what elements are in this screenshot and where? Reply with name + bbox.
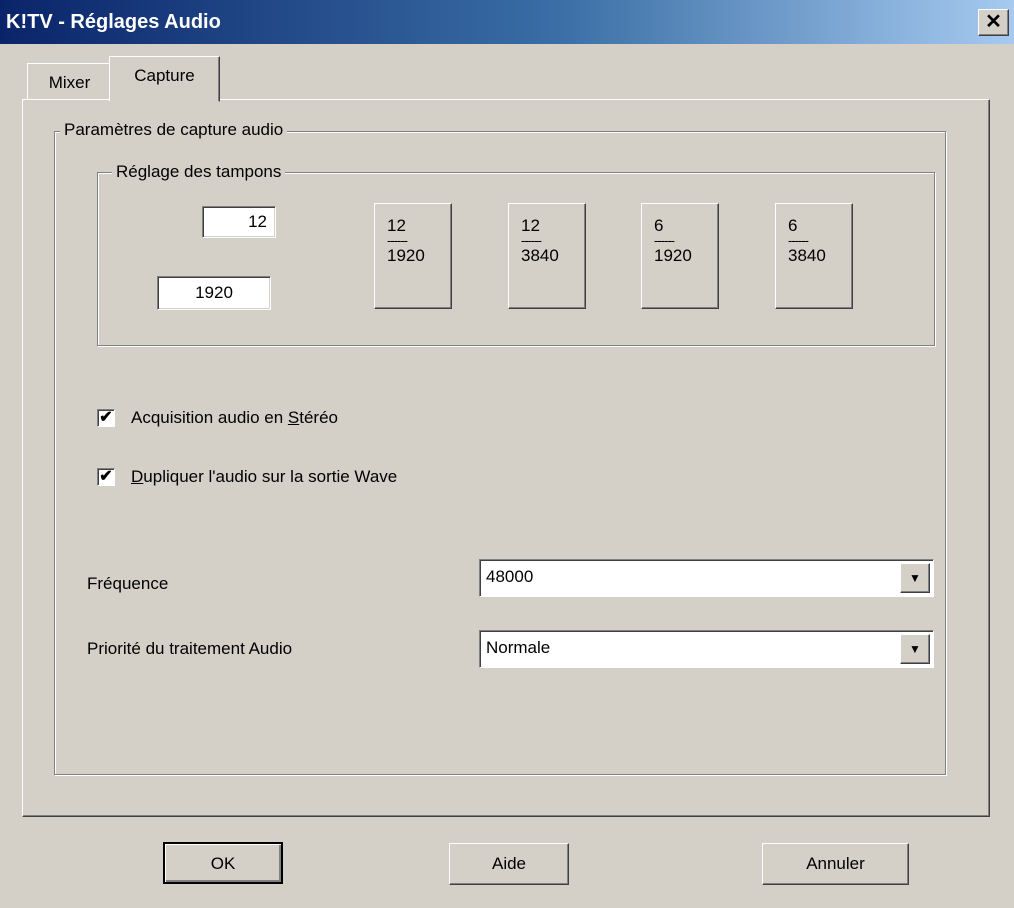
close-icon: ✕ <box>985 11 1002 33</box>
tab-capture[interactable]: Capture <box>109 56 220 102</box>
ok-button[interactable]: OK <box>163 842 283 884</box>
preset-bottom: 3840 <box>788 246 826 265</box>
preset-separator: ------ <box>654 233 675 248</box>
tab-capture-label: Capture <box>134 66 195 85</box>
frequency-label: Fréquence <box>87 574 169 593</box>
close-button[interactable]: ✕ <box>978 9 1009 36</box>
stereo-label[interactable]: Acquisition audio en Stéréo <box>131 406 338 430</box>
priority-label: Priorité du traitement Audio <box>87 639 293 658</box>
preset-bottom: 1920 <box>654 246 692 265</box>
checkmark-icon: ✔ <box>99 409 113 426</box>
preset-bottom: 3840 <box>521 246 559 265</box>
priority-value: Normale <box>486 638 551 657</box>
chevron-down-icon[interactable]: ▼ <box>900 563 930 593</box>
checkmark-icon: ✔ <box>99 468 113 485</box>
title-bar: K!TV - Réglages Audio ✕ <box>0 0 1014 44</box>
duplicate-wave-label[interactable]: Dupliquer l'audio sur la sortie Wave <box>131 465 397 489</box>
buffer-size-field[interactable]: 1920 <box>157 276 271 310</box>
preset-12-1920-button[interactable]: 12 ------ 1920 <box>374 203 452 309</box>
duplicate-accelerator: D <box>131 467 144 486</box>
frequency-value: 48000 <box>486 567 534 586</box>
stereo-checkbox[interactable]: ✔ <box>97 409 115 427</box>
duplicate-wave-checkbox[interactable]: ✔ <box>97 468 115 486</box>
preset-6-3840-button[interactable]: 6 ------ 3840 <box>775 203 853 309</box>
preset-separator: ------ <box>788 233 809 248</box>
preset-separator: ------ <box>387 233 408 248</box>
capture-group-title: Paramètres de capture audio <box>60 120 288 140</box>
preset-12-3840-button[interactable]: 12 ------ 3840 <box>508 203 586 309</box>
preset-bottom: 1920 <box>387 246 425 265</box>
cancel-button[interactable]: Annuler <box>762 843 909 885</box>
help-button[interactable]: Aide <box>449 843 569 885</box>
tab-mixer-label: Mixer <box>48 73 91 92</box>
buffers-group-title: Réglage des tampons <box>112 162 286 182</box>
window-title: K!TV - Réglages Audio <box>6 11 221 33</box>
tab-mixer[interactable]: Mixer <box>27 63 112 103</box>
chevron-down-icon[interactable]: ▼ <box>900 634 930 664</box>
frequency-select[interactable]: 48000 ▼ <box>479 559 934 597</box>
priority-select[interactable]: Normale ▼ <box>479 630 934 668</box>
buffer-size-value: 1920 <box>195 283 233 302</box>
buffer-count-value: 12 <box>248 212 267 231</box>
buffer-count-field[interactable]: 12 <box>202 206 276 238</box>
stereo-accelerator: S <box>287 408 300 427</box>
preset-separator: ------ <box>521 233 542 248</box>
preset-6-1920-button[interactable]: 6 ------ 1920 <box>641 203 719 309</box>
